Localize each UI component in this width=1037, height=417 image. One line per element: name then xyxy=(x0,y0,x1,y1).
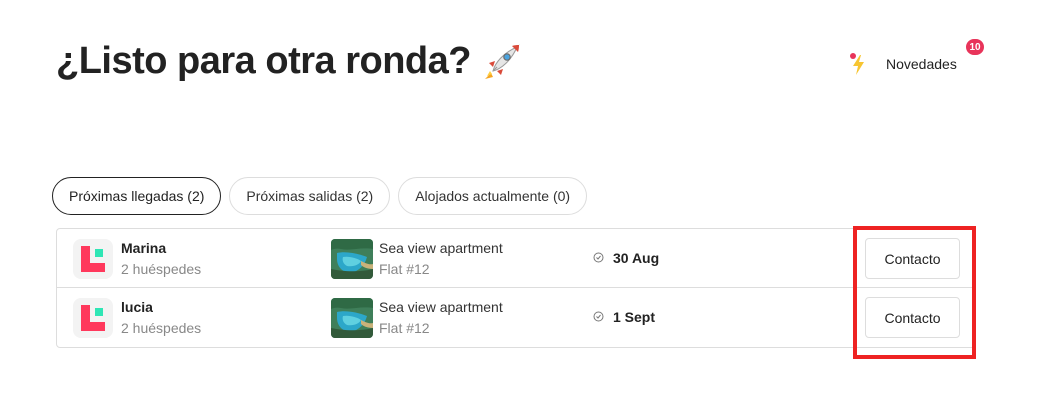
reservation-list: Marina 2 huéspedes Sea view apartment Fl… xyxy=(56,228,976,348)
contact-button[interactable]: Contacto xyxy=(865,238,960,279)
guest-count: 2 huéspedes xyxy=(121,261,202,277)
news-count-badge: 10 xyxy=(965,38,985,56)
property-thumbnail xyxy=(331,239,373,279)
guest-avatar xyxy=(73,298,113,338)
guest-name: lucia xyxy=(121,299,153,315)
guest-name: Marina xyxy=(121,240,167,256)
brand-logo-icon xyxy=(81,305,105,331)
reservation-row: Marina 2 huéspedes Sea view apartment Fl… xyxy=(57,229,975,288)
bolt-icon xyxy=(848,51,870,77)
clock-icon xyxy=(593,311,604,322)
arrival-date: 30 Aug xyxy=(613,250,660,266)
brand-logo-icon xyxy=(81,246,105,272)
guest-count: 2 huéspedes xyxy=(121,320,202,336)
tab-upcoming-departures[interactable]: Próximas salidas (2) xyxy=(229,177,391,215)
page-title: ¿Listo para otra ronda? xyxy=(56,40,471,82)
tab-currently-hosted[interactable]: Alojados actualmente (0) xyxy=(398,177,588,215)
news-button[interactable]: Novedades xyxy=(848,50,957,78)
property-unit: Flat #12 xyxy=(379,320,430,336)
page: ¿Listo para otra ronda? Novedades 10 Pró… xyxy=(0,0,1037,417)
contact-button[interactable]: Contacto xyxy=(865,297,960,338)
property-name: Sea view apartment xyxy=(379,240,503,256)
property-thumbnail xyxy=(331,298,373,338)
page-heading: ¿Listo para otra ronda? xyxy=(56,40,523,83)
reservation-row: lucia 2 huéspedes Sea view apartment Fla… xyxy=(57,288,975,347)
arrival-date: 1 Sept xyxy=(613,309,656,325)
clock-icon xyxy=(593,252,604,263)
property-name: Sea view apartment xyxy=(379,299,503,315)
property-unit: Flat #12 xyxy=(379,261,430,277)
rocket-icon xyxy=(481,41,523,83)
reservation-tabs: Próximas llegadas (2) Próximas salidas (… xyxy=(52,177,588,215)
news-label: Novedades xyxy=(886,56,957,72)
tab-upcoming-arrivals[interactable]: Próximas llegadas (2) xyxy=(52,177,222,215)
guest-avatar xyxy=(73,239,113,279)
